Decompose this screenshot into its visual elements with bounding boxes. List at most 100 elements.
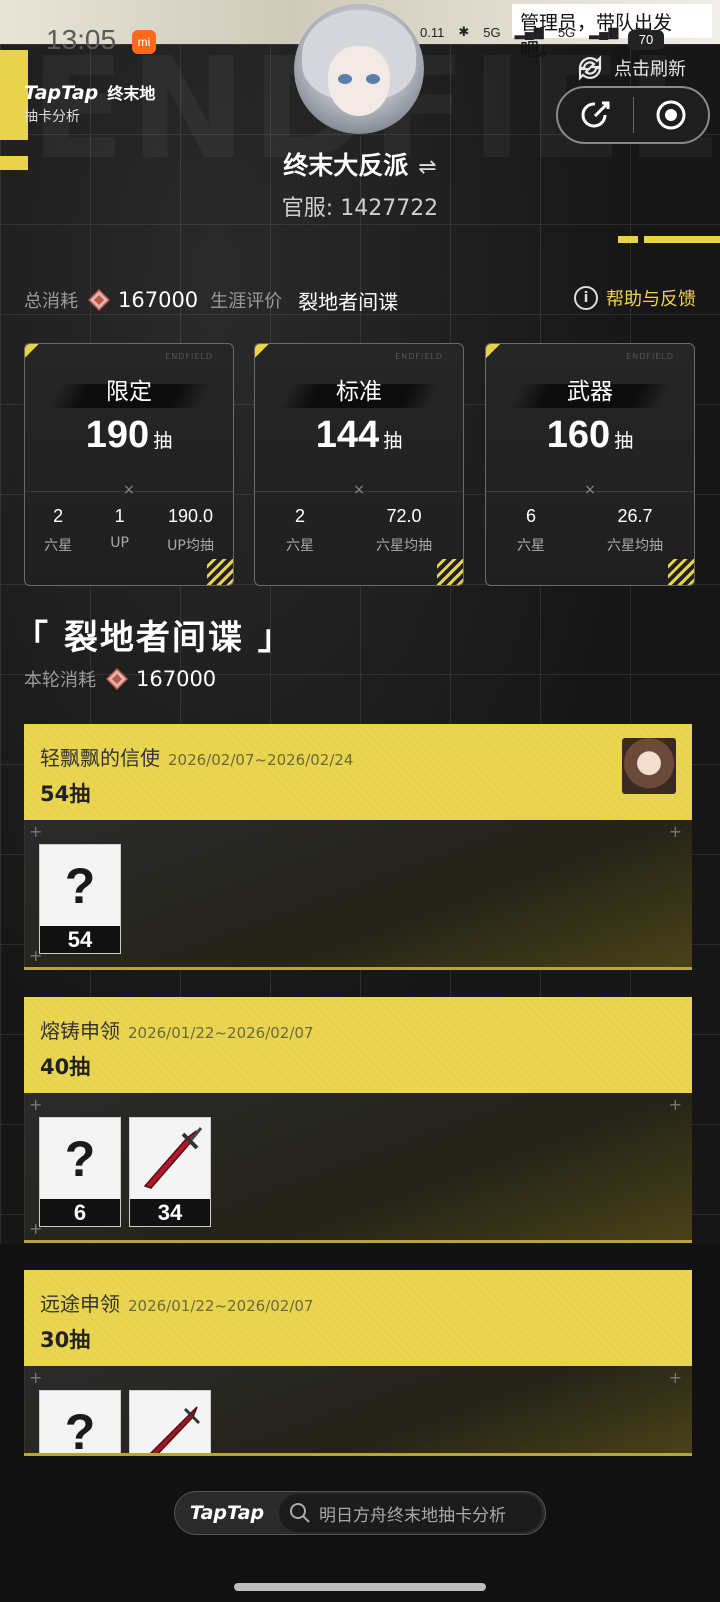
banner-header: 远途申领 2026/01/22~2026/02/07 30抽 (24, 1270, 692, 1366)
plus-icon: + (29, 822, 43, 841)
refresh-label: 点击刷新 (614, 59, 686, 80)
stat-label: 六星 (44, 538, 73, 554)
home-indicator[interactable] (234, 1583, 486, 1591)
refresh-icon (578, 55, 602, 81)
pull-unit: 抽 (383, 430, 403, 452)
help-label: 帮助与反馈 (606, 289, 696, 310)
info-icon: i (574, 286, 598, 310)
stat-item: 2 六星 (286, 506, 314, 555)
stat-item: 1 UP (110, 506, 129, 555)
server-id: 官服: 1427722 (281, 196, 439, 221)
battery-indicator: 70 (628, 30, 664, 50)
banner-body: + + + ? 6 34 (24, 1093, 692, 1243)
card-count: 160 抽 (486, 414, 694, 457)
pull-item[interactable]: ? 54 (39, 844, 121, 954)
stat-value: 72.0 (386, 506, 422, 526)
sword-icon (130, 1391, 210, 1455)
summary-row: 总消耗 167000 生涯评价 裂地者间谍 i 帮助与反馈 (24, 285, 696, 315)
pull-count: 190 (85, 414, 150, 456)
banner-name: 轻飘飘的信使 (40, 746, 160, 770)
banner-card[interactable]: 远途申领 2026/01/22~2026/02/07 30抽 + + ? (24, 1270, 692, 1456)
search-icon (290, 1503, 310, 1523)
pull-item[interactable]: ? (39, 1390, 121, 1456)
item-pull-count: 34 (130, 1199, 210, 1226)
unknown-item-icon: ? (40, 845, 120, 927)
close-icon: × (353, 482, 365, 498)
network-5g-2: 5G (557, 24, 576, 40)
section-title: 「 裂地者间谍 」 (14, 618, 294, 658)
action-button-group (556, 86, 710, 144)
banner-name-row: 远途申领 2026/01/22~2026/02/07 (40, 1288, 313, 1317)
pull-unit: 抽 (614, 430, 634, 452)
card-watermark: ENDFIELD (395, 352, 443, 361)
stat-card-weapon[interactable]: ENDFIELD 武器 160 抽 × 6 六星 26.7 六星均抽 (485, 343, 695, 586)
share-button[interactable] (558, 88, 633, 142)
plus-icon: + (29, 1368, 43, 1387)
stat-card-limited[interactable]: ENDFIELD 限定 190 抽 × 2 六星 1 UP 190.0 UP均抽 (24, 343, 234, 586)
stat-label: UP均抽 (167, 538, 214, 554)
unknown-item-icon: ? (40, 1391, 120, 1455)
pull-item[interactable]: 34 (129, 1117, 211, 1227)
accent-bar (644, 236, 720, 243)
card-title: 标准 (336, 379, 382, 405)
status-indicators: 0.11 ✱ 5G ▂▄▆ 5G ▂▄▆ ◠ (420, 24, 644, 40)
card-corner (25, 344, 39, 358)
banner-pulls: 54抽 (40, 782, 91, 806)
record-button[interactable] (634, 88, 709, 142)
banner-date: 2026/01/22~2026/02/07 (128, 1024, 314, 1042)
signal-icon: ▂▄▆ (514, 24, 544, 39)
banner-name: 远途申领 (40, 1292, 120, 1316)
help-feedback-link[interactable]: i 帮助与反馈 (574, 285, 696, 311)
signal-icon: ▂▄▆ (589, 24, 619, 39)
plus-icon: + (668, 1095, 682, 1114)
pull-count: 160 (546, 414, 611, 456)
banner-name-row: 轻飘飘的信使 2026/02/07~2026/02/24 (40, 742, 353, 771)
close-icon: × (123, 482, 135, 498)
plus-icon: + (29, 1095, 43, 1114)
plus-icon: + (668, 822, 682, 841)
stat-label: 六星均抽 (607, 538, 663, 554)
stat-card-standard[interactable]: ENDFIELD 标准 144 抽 × 2 六星 72.0 六星均抽 (254, 343, 464, 586)
stat-label: UP (110, 535, 129, 551)
pull-count: 144 (315, 414, 380, 456)
taptap-logo: TapTap (189, 1502, 265, 1524)
bottom-search-bar[interactable]: TapTap 明日方舟终末地抽卡分析 (174, 1491, 546, 1535)
round-value: 167000 (136, 667, 217, 691)
username-row[interactable]: 终末大反派 ⇌ (0, 146, 720, 182)
card-watermark: ENDFIELD (626, 352, 674, 361)
app-logo: TapTap 终末地 抽卡分析 (24, 80, 155, 126)
refresh-button[interactable]: 点击刷新 (574, 52, 686, 84)
card-title: 武器 (567, 379, 613, 405)
round-label: 本轮消耗 (24, 670, 96, 691)
banner-name-row: 熔铸申领 2026/01/22~2026/02/07 (40, 1015, 313, 1044)
stat-item: 2 六星 (44, 506, 72, 555)
banner-header: 熔铸申领 2026/01/22~2026/02/07 40抽 (24, 997, 692, 1093)
search-input[interactable]: 明日方舟终末地抽卡分析 (279, 1494, 542, 1532)
search-text: 明日方舟终末地抽卡分析 (319, 1505, 506, 1526)
banner-card[interactable]: 熔铸申领 2026/01/22~2026/02/07 40抽 + + + ? 6 … (24, 997, 692, 1243)
accent-bar (618, 236, 638, 243)
banner-card[interactable]: 轻飘飘的信使 2026/02/07~2026/02/24 54抽 + + + ? … (24, 724, 692, 970)
network-speed: 0.11 (420, 24, 445, 40)
stat-label: 六星 (517, 538, 545, 554)
career-value: 裂地者间谍 (298, 289, 399, 314)
unknown-item-icon: ? (40, 1118, 120, 1200)
currency-icon (106, 668, 128, 690)
plus-icon: + (668, 1368, 682, 1387)
banner-date: 2026/02/07~2026/02/24 (168, 751, 354, 769)
career-label: 生涯评价 (210, 291, 283, 312)
card-count: 190 抽 (25, 414, 233, 457)
banner-pulls: 30抽 (40, 1328, 91, 1352)
card-stats: 6 六星 26.7 六星均抽 (486, 506, 694, 555)
card-stats: 2 六星 1 UP 190.0 UP均抽 (25, 506, 233, 555)
stat-item: 190.0 UP均抽 (167, 506, 214, 555)
pull-item[interactable]: ? 6 (39, 1117, 121, 1227)
item-pull-count: 6 (40, 1199, 120, 1226)
switch-account-icon[interactable]: ⇌ (418, 155, 436, 180)
item-pull-count: 54 (40, 926, 120, 953)
card-corner (207, 559, 233, 585)
banner-header: 轻飘飘的信使 2026/02/07~2026/02/24 54抽 (24, 724, 692, 820)
pull-item[interactable] (129, 1390, 211, 1456)
card-corner (668, 559, 694, 585)
user-avatar[interactable] (294, 4, 424, 134)
